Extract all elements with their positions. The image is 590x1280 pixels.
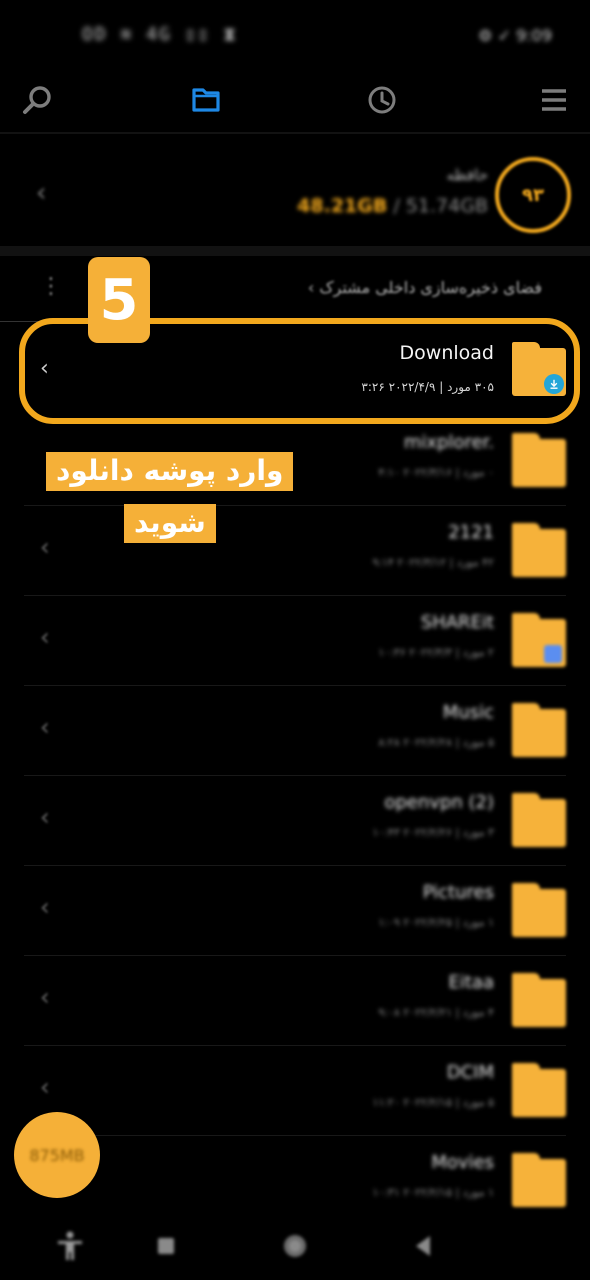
chevron-left-icon: ‹ (40, 1073, 50, 1101)
file-meta: ۵ مورد | ۲۰۲۲/۲/۲۸ ۸:۲۸ (378, 736, 494, 749)
step-number-badge: 5 (88, 257, 150, 343)
file-meta: ۲ مورد | ۲۰۲۲/۳/۳ ۱۰:۳۶ (378, 646, 494, 659)
folder-icon (512, 1153, 566, 1207)
accessibility-icon[interactable] (54, 1230, 86, 1262)
file-name: Eitaa (448, 972, 495, 993)
folder-icon (512, 1063, 566, 1117)
instruction-callout: وارد پوشه دانلود شوید (44, 448, 294, 552)
folder-icon[interactable] (186, 80, 226, 120)
file-name: mixplorer. (403, 432, 494, 453)
chevron-left-icon: ‹ (40, 803, 50, 831)
menu-icon[interactable] (534, 80, 574, 120)
breadcrumb-path[interactable]: فضای ذخیره‌سازی داخلی مشترک › (308, 278, 542, 297)
file-name: Music (442, 702, 494, 723)
storage-divider (0, 246, 590, 256)
storage-usage: 48.21GB / 51.74GB (297, 195, 488, 217)
folder-icon (512, 523, 566, 577)
list-item[interactable]: ‹ Pictures ۱ مورد | ۲۰۲۲/۲/۲۵ ۱:۰۹ (0, 866, 590, 956)
file-meta: ۰ مورد | ۲۰۲۲/۳/۱۶ ۴:۱۰ (378, 466, 494, 479)
chevron-left-icon: ‹ (40, 713, 50, 741)
storage-percent: ۹۳ (522, 184, 544, 206)
fab-label: 875MB (29, 1145, 85, 1165)
file-meta: ۱ مورد | ۲۰۲۲/۲/۲۵ ۱:۰۹ (378, 916, 494, 929)
chevron-left-icon: ‹ (36, 178, 47, 208)
file-meta: ۱ مورد | ۲۰۲۲/۲/۱۵ ۱۰:۳۱ (372, 1186, 494, 1199)
file-name: Movies (431, 1152, 494, 1173)
file-name: DCIM (446, 1062, 494, 1083)
file-name: openvpn (2) (384, 792, 494, 813)
storage-title: حافظه (446, 166, 488, 184)
storage-ring: ۹۳ (495, 157, 571, 233)
more-options-icon[interactable]: ⋮ (40, 274, 62, 299)
file-meta: ۵ مورد | ۲۰۲۲/۲/۱۵ ۱۱:۲۰ (372, 1096, 494, 1109)
status-bar: OD ≋ 4G ▯▯ ⧗ ⚙ ✓ 9:09 (0, 0, 590, 70)
instruction-line-1: وارد پوشه دانلود (46, 452, 294, 491)
chevron-left-icon: ‹ (40, 893, 50, 921)
recent-icon[interactable] (362, 80, 402, 120)
toolbar-divider (0, 132, 590, 134)
folder-icon (512, 433, 566, 487)
back-triangle-icon[interactable] (408, 1230, 440, 1262)
top-toolbar (0, 70, 590, 130)
folder-icon (512, 703, 566, 757)
file-name: SHAREit (420, 612, 494, 633)
storage-card[interactable]: ‹ حافظه 48.21GB / 51.74GB ۹۳ (0, 140, 590, 250)
list-item[interactable]: ‹ openvpn (2) ۳ مورد | ۲۰۲۲/۲/۲۶ ۱۰:۴۳ (0, 776, 590, 866)
folder-icon (512, 613, 566, 667)
list-item[interactable]: ‹ DCIM ۵ مورد | ۲۰۲۲/۲/۱۵ ۱۱:۲۰ (0, 1046, 590, 1136)
system-nav-bar (0, 1212, 590, 1280)
list-item[interactable]: ‹ Music ۵ مورد | ۲۰۲۲/۲/۲۸ ۸:۲۸ (0, 686, 590, 776)
file-meta: ۳ مورد | ۲۰۲۲/۲/۲۶ ۱۰:۴۳ (372, 826, 494, 839)
home-circle-icon[interactable] (279, 1230, 311, 1262)
list-item[interactable]: ‹ Eitaa ۴ مورد | ۲۰۲۲/۲/۲۱ ۹:۰۸ (0, 956, 590, 1046)
storage-total: / 51.74GB (387, 195, 488, 217)
file-name: 2121 (448, 522, 494, 543)
chevron-left-icon: ‹ (40, 623, 50, 651)
recents-square-icon[interactable] (150, 1230, 182, 1262)
file-meta: ۴۲ مورد | ۲۰۲۲/۳/۱۲ ۹:۱۴ (372, 556, 494, 569)
status-right-indicators: ⚙ ✓ 9:09 (478, 26, 552, 45)
cleanup-fab-button[interactable]: 875MB (14, 1112, 100, 1198)
file-meta: ۴ مورد | ۲۰۲۲/۲/۲۱ ۹:۰۸ (378, 1006, 494, 1019)
status-left-indicators: OD ≋ 4G ▯▯ ⧗ (82, 24, 238, 45)
folder-icon (512, 793, 566, 847)
list-item[interactable]: ‹ SHAREit ۲ مورد | ۲۰۲۲/۳/۳ ۱۰:۳۶ (0, 596, 590, 686)
instruction-line-2: شوید (124, 504, 216, 543)
folder-icon (512, 973, 566, 1027)
chevron-left-icon: ‹ (40, 983, 50, 1011)
folder-icon (512, 883, 566, 937)
file-name: Pictures (422, 882, 494, 903)
storage-used: 48.21GB (297, 195, 388, 217)
search-icon[interactable] (18, 80, 58, 120)
